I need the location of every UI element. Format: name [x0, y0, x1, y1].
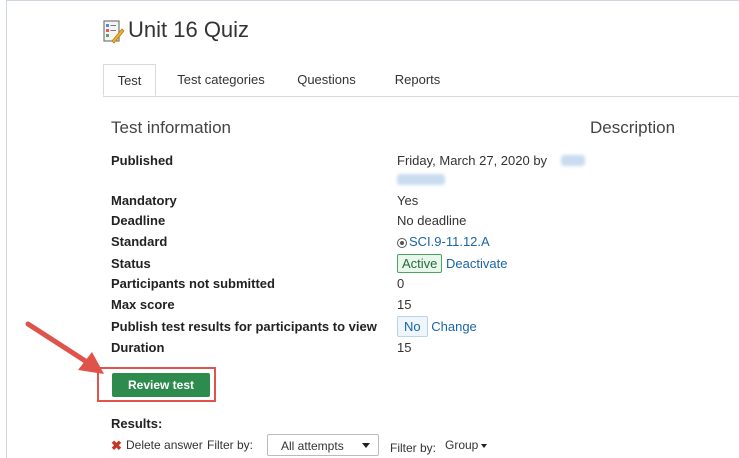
quiz-document-icon — [103, 20, 124, 44]
deactivate-link[interactable]: Deactivate — [446, 256, 507, 271]
group-dropdown-label: Group — [445, 438, 479, 452]
chevron-down-icon — [362, 443, 370, 448]
tab-questions[interactable]: Questions — [289, 64, 364, 96]
max-score-label: Max score — [111, 297, 175, 312]
standard-label: Standard — [111, 234, 168, 249]
duration-label: Duration — [111, 340, 165, 355]
mandatory-label: Mandatory — [111, 193, 177, 208]
status-value-wrapper: Active Deactivate — [397, 254, 507, 273]
filter-by-label-2: Filter by: — [390, 441, 437, 455]
deadline-label: Deadline — [111, 213, 166, 228]
published-author-blurred — [561, 155, 585, 166]
published-author-blurred-line2 — [397, 174, 445, 185]
status-badge: Active — [397, 254, 443, 273]
standard-target-icon — [397, 237, 407, 248]
tab-reports[interactable]: Reports — [385, 64, 450, 96]
delete-answer-button[interactable]: Delete answer — [126, 438, 203, 452]
mandatory-value: Yes — [397, 193, 419, 208]
participants-not-submitted-value: 0 — [397, 276, 405, 291]
published-label: Published — [111, 153, 174, 168]
change-link[interactable]: Change — [431, 319, 477, 334]
delete-x-icon[interactable]: ✖ — [111, 438, 122, 454]
published-value: Friday, March 27, 2020 by — [397, 153, 548, 168]
review-test-button[interactable]: Review test — [112, 373, 210, 397]
tab-test[interactable]: Test — [103, 64, 156, 96]
max-score-value: 15 — [397, 297, 412, 312]
attempts-filter-select[interactable]: All attempts — [267, 434, 379, 456]
content-frame-left-border — [6, 0, 7, 458]
publish-results-label: Publish test results for participants to… — [111, 319, 377, 334]
results-heading: Results: — [111, 416, 163, 431]
attempts-filter-value: All attempts — [281, 439, 344, 453]
tab-bar: Test Test categories Questions Reports — [103, 64, 739, 97]
standard-link[interactable]: SCI.9-11.12.A — [409, 234, 490, 249]
participants-not-submitted-label: Participants not submitted — [111, 276, 275, 291]
page-title: Unit 16 Quiz — [128, 17, 250, 42]
test-information-heading: Test information — [111, 118, 231, 137]
caret-down-icon — [481, 443, 488, 448]
filter-by-label-1: Filter by: — [207, 438, 254, 452]
description-heading: Description — [590, 118, 676, 137]
standard-value-wrapper: SCI.9-11.12.A — [397, 234, 490, 249]
publish-results-badge: No — [397, 316, 428, 337]
content-frame-top-border — [6, 0, 739, 1]
deadline-value: No deadline — [397, 213, 467, 228]
duration-value: 15 — [397, 340, 412, 355]
tab-test-categories[interactable]: Test categories — [169, 64, 273, 96]
publish-results-value-wrapper: No Change — [397, 316, 477, 337]
status-label: Status — [111, 256, 151, 271]
group-dropdown[interactable]: Group — [445, 438, 488, 452]
